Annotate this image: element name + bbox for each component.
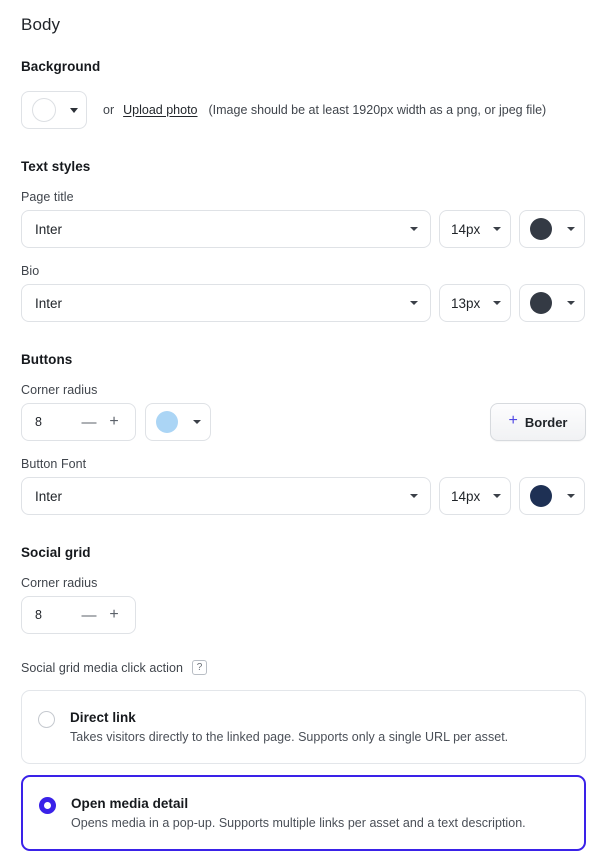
button-font-select[interactable]: Inter — [21, 477, 431, 515]
minus-icon[interactable]: — — [79, 410, 99, 434]
social-corner-radius-row: 8 — + — [21, 596, 586, 634]
button-color-swatch — [156, 411, 178, 433]
plus-icon[interactable]: + — [104, 410, 124, 434]
section-title-text-styles: Text styles — [21, 159, 586, 174]
chevron-down-icon — [567, 494, 575, 498]
page-title-font-value: Inter — [35, 222, 62, 237]
button-corner-radius-value[interactable]: 8 — [35, 415, 79, 429]
add-border-label: Border — [525, 415, 568, 430]
chevron-down-icon — [493, 494, 501, 498]
social-corner-radius-value[interactable]: 8 — [35, 608, 79, 622]
body-settings-panel: Body Background or Upload photo (Image s… — [0, 0, 607, 843]
option-desc-open-media-detail: Opens media in a pop-up. Supports multip… — [71, 816, 526, 830]
radio-open-media-detail[interactable] — [39, 797, 56, 814]
button-font-color-picker[interactable] — [519, 477, 585, 515]
background-color-swatch — [32, 98, 56, 122]
background-or-label: or — [103, 103, 114, 117]
option-card-open-media-detail[interactable]: Open media detail Opens media in a pop-u… — [21, 775, 586, 851]
radio-wrap-open-media-detail — [23, 796, 71, 830]
section-title-social-grid: Social grid — [21, 545, 586, 560]
chevron-down-icon — [567, 301, 575, 305]
minus-icon[interactable]: — — [79, 603, 99, 627]
background-color-picker[interactable] — [21, 91, 87, 129]
radio-direct-link[interactable] — [38, 711, 55, 728]
chevron-down-icon — [193, 420, 201, 424]
page-title-size-value: 14px — [451, 222, 480, 237]
button-corner-radius-stepper[interactable]: 8 — + — [21, 403, 136, 441]
section-title-background: Background — [21, 59, 586, 74]
option-desc-direct-link: Takes visitors directly to the linked pa… — [70, 730, 508, 744]
button-font-value: Inter — [35, 489, 62, 504]
help-icon[interactable]: ? — [192, 660, 207, 675]
upload-photo-link[interactable]: Upload photo — [123, 103, 197, 117]
radio-wrap-direct-link — [22, 710, 70, 744]
label-social-click-action: Social grid media click action — [21, 661, 183, 675]
add-border-button[interactable]: + Border — [490, 403, 586, 441]
bio-size-select[interactable]: 13px — [439, 284, 511, 322]
option-body-direct-link: Direct link Takes visitors directly to t… — [70, 710, 528, 744]
bio-size-value: 13px — [451, 296, 480, 311]
chevron-down-icon — [567, 227, 575, 231]
chevron-down-icon — [410, 227, 418, 231]
button-color-picker[interactable] — [145, 403, 211, 441]
bio-style-row: Inter 13px — [21, 284, 586, 322]
page-title-font-select[interactable]: Inter — [21, 210, 431, 248]
button-font-size-select[interactable]: 14px — [439, 477, 511, 515]
bio-font-value: Inter — [35, 296, 62, 311]
label-social-corner-radius: Corner radius — [21, 576, 586, 590]
option-title-open-media-detail: Open media detail — [71, 796, 526, 811]
option-title-direct-link: Direct link — [70, 710, 508, 725]
bio-color-swatch — [530, 292, 552, 314]
page-title-style-row: Inter 14px — [21, 210, 586, 248]
background-row: or Upload photo (Image should be at leas… — [21, 91, 586, 129]
background-hint-text: (Image should be at least 1920px width a… — [209, 103, 547, 117]
chevron-down-icon — [493, 227, 501, 231]
chevron-down-icon — [70, 108, 78, 113]
label-bio: Bio — [21, 264, 586, 278]
page-title-color-picker[interactable] — [519, 210, 585, 248]
button-corner-radius-row: 8 — + + Border — [21, 403, 586, 441]
page-title-size-select[interactable]: 14px — [439, 210, 511, 248]
label-button-corner-radius: Corner radius — [21, 383, 586, 397]
button-font-color-swatch — [530, 485, 552, 507]
label-button-font: Button Font — [21, 457, 586, 471]
bio-color-picker[interactable] — [519, 284, 585, 322]
social-corner-radius-stepper[interactable]: 8 — + — [21, 596, 136, 634]
chevron-down-icon — [410, 301, 418, 305]
plus-icon: + — [509, 413, 518, 429]
bio-font-select[interactable]: Inter — [21, 284, 431, 322]
button-font-row: Inter 14px — [21, 477, 586, 515]
option-body-open-media-detail: Open media detail Opens media in a pop-u… — [71, 796, 546, 830]
chevron-down-icon — [410, 494, 418, 498]
button-font-size-value: 14px — [451, 489, 480, 504]
label-page-title: Page title — [21, 190, 586, 204]
page-title-color-swatch — [530, 218, 552, 240]
plus-icon[interactable]: + — [104, 603, 124, 627]
option-card-direct-link[interactable]: Direct link Takes visitors directly to t… — [21, 690, 586, 764]
chevron-down-icon — [493, 301, 501, 305]
section-title-buttons: Buttons — [21, 352, 586, 367]
page-title: Body — [21, 0, 586, 35]
social-click-action-row: Social grid media click action ? — [21, 660, 586, 675]
